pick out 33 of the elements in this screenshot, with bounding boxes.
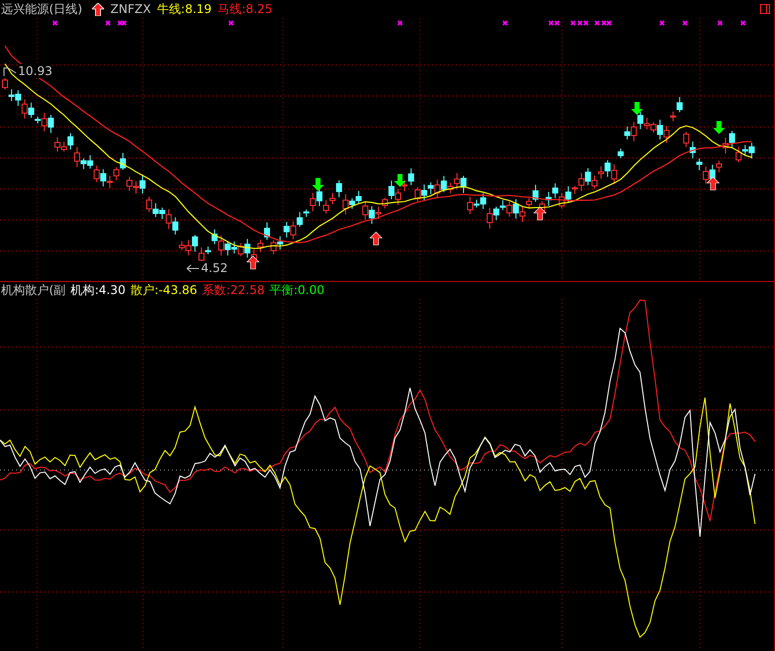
cross-marker-icon	[228, 20, 234, 26]
price-label: 10.93	[18, 64, 52, 78]
left-arrow-icon	[186, 264, 200, 272]
cross-marker-icon	[105, 20, 111, 26]
cross-marker-icon	[740, 20, 746, 26]
chart-title: 远兴能源(日线)	[1, 0, 82, 18]
cross-marker-icon	[502, 20, 508, 26]
down-arrow-icon	[631, 102, 643, 115]
formula-name: ZNFZX	[110, 2, 151, 16]
indicator-value: 系数:22.58	[202, 282, 265, 299]
up-arrow-icon	[533, 206, 547, 220]
indicator-value: 散户:-43.86	[130, 282, 198, 299]
cross-marker-icon	[659, 20, 665, 26]
down-arrow-icon	[713, 121, 725, 134]
candlestick	[618, 148, 624, 159]
down-arrow-icon	[394, 174, 406, 187]
indicator-value: 平衡:0.00	[270, 282, 324, 299]
panel-toggle-icon[interactable]	[760, 4, 770, 14]
up-arrow-icon	[369, 232, 383, 246]
cross-marker-icon	[717, 20, 723, 26]
cross-marker-icon	[682, 20, 688, 26]
cross-marker-icon	[397, 20, 403, 26]
down-arrow-icon	[312, 178, 324, 191]
cross-marker-icon	[52, 20, 58, 26]
price-label: 4.52	[201, 261, 228, 275]
indicator-title: 机构散户(副	[1, 282, 66, 299]
up-arrow-icon	[706, 176, 720, 190]
leader-line	[3, 66, 17, 76]
indicator-value: 牛线:8.19	[156, 0, 212, 18]
up-arrow-icon	[246, 256, 260, 270]
indicator-value: 机构:4.30	[70, 282, 126, 299]
indicator-value: 马线:8.25	[218, 0, 272, 18]
up-arrow-icon	[92, 2, 104, 16]
